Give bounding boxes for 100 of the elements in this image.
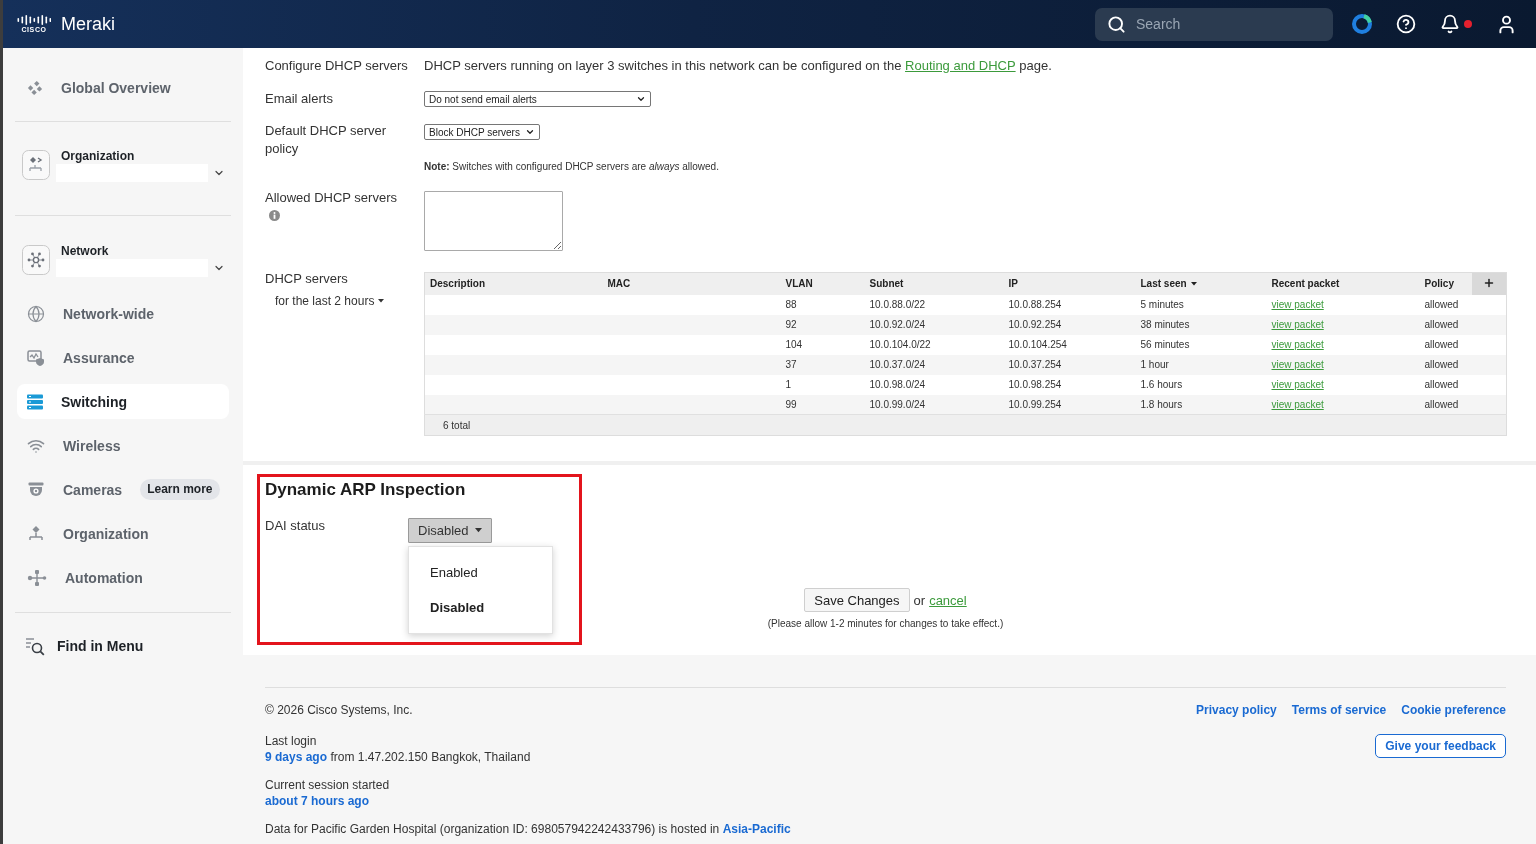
- nav-item[interactable]: Automation: [17, 560, 229, 595]
- column-header[interactable]: VLAN: [780, 272, 865, 295]
- info-icon: [269, 210, 280, 221]
- table-cell: 10.0.99.254: [1003, 394, 1136, 415]
- dome-camera-icon: [27, 480, 45, 499]
- table-cell: allowed: [1419, 394, 1472, 415]
- caret-down-icon: [378, 299, 385, 303]
- column-header[interactable]: Subnet: [864, 272, 1004, 295]
- picker-label: Organization: [61, 149, 136, 163]
- note-text: Note: Switches with configured DHCP servers are always allowed.: [424, 160, 719, 174]
- table-cell: 5 minutes: [1135, 294, 1267, 315]
- table-cell: 10.0.104.254: [1003, 334, 1136, 355]
- allowed-servers-field[interactable]: [424, 191, 563, 251]
- table-cell: 10.0.88.254: [1003, 294, 1136, 315]
- add-column-button[interactable]: [1482, 276, 1495, 289]
- find-in-menu-link[interactable]: Find in Menu: [17, 628, 229, 663]
- period-dropdown[interactable]: for the last 2 hours: [275, 294, 385, 308]
- nav-item[interactable]: Assurance: [17, 340, 229, 375]
- table-cell: allowed: [1419, 334, 1472, 355]
- hierarchy-icon: [27, 524, 45, 543]
- table-cell: allowed: [1419, 374, 1472, 395]
- nav-item[interactable]: Wireless: [17, 428, 229, 463]
- view-packet-link[interactable]: view packet: [1271, 319, 1324, 330]
- column-header[interactable]: MAC: [602, 272, 781, 295]
- view-packet-link[interactable]: view packet: [1271, 359, 1324, 370]
- table-cell: 38 minutes: [1135, 314, 1267, 335]
- table-cell: allowed: [1419, 354, 1472, 375]
- nav-item[interactable]: Switching: [17, 384, 229, 419]
- feedback-button[interactable]: Give your feedback: [1375, 734, 1506, 758]
- list-search-icon: [25, 635, 45, 656]
- field-label: Configure DHCP servers: [265, 57, 409, 75]
- table-cell: 1 hour: [1135, 354, 1267, 375]
- flow-nodes-icon: [27, 568, 47, 587]
- session-label: Current session started: [265, 777, 390, 793]
- learn-more-badge[interactable]: Learn more: [140, 479, 220, 500]
- dai-status-dropdown[interactable]: Disabled: [408, 518, 492, 543]
- caret-down-icon: [474, 528, 482, 533]
- field-label: DHCP servers: [265, 270, 348, 288]
- footer-link[interactable]: Terms of service: [1291, 702, 1387, 718]
- nav-item[interactable]: Network-wide: [17, 296, 229, 331]
- session-link[interactable]: about 7 hours ago: [265, 793, 369, 809]
- plus-icon: [1482, 276, 1495, 289]
- view-packet-link[interactable]: view packet: [1271, 379, 1324, 390]
- bell-icon[interactable]: [1440, 14, 1460, 34]
- view-packet-link[interactable]: view packet: [1271, 339, 1324, 350]
- table-cell: 10.0.99.0/24: [864, 394, 1004, 415]
- table-cell: allowed: [1419, 314, 1472, 335]
- column-header[interactable]: Recent packet: [1266, 272, 1420, 295]
- column-header[interactable]: Description: [424, 272, 603, 295]
- column-header[interactable]: IP: [1003, 272, 1136, 295]
- save-changes-button[interactable]: Save Changes: [804, 588, 910, 612]
- nav-item[interactable]: Cameras: [17, 472, 133, 507]
- column-header[interactable]: Last seen: [1135, 272, 1267, 295]
- section-title: Dynamic ARP Inspection: [265, 480, 467, 500]
- table-cell: allowed: [1419, 294, 1472, 315]
- copyright-text: © 2026 Cisco Systems, Inc.: [265, 702, 413, 718]
- footer-link[interactable]: Privacy policy: [1196, 702, 1277, 718]
- search-field[interactable]: Search: [1095, 7, 1333, 41]
- view-packet-link[interactable]: view packet: [1271, 398, 1324, 410]
- menu-item[interactable]: Disabled: [409, 590, 552, 625]
- table-cell: 10.0.92.0/24: [864, 314, 1004, 335]
- help-icon[interactable]: [1396, 14, 1416, 34]
- hub-tile-icon: [22, 245, 50, 275]
- table-cell: 10.0.98.254: [1003, 374, 1136, 395]
- table-cell: 88: [780, 294, 865, 315]
- policy-select[interactable]: Block DHCP servers: [424, 124, 540, 140]
- diamonds-icon: [27, 79, 43, 96]
- table-cell: 37: [780, 354, 865, 375]
- monitor-shield-icon: [27, 348, 45, 367]
- view-packet-link[interactable]: view packet: [1271, 299, 1324, 310]
- search-icon: [1107, 14, 1126, 34]
- picker-label: Network: [61, 244, 110, 258]
- brand-name: Meraki: [61, 13, 115, 35]
- email-alerts-select[interactable]: Do not send email alerts: [424, 91, 651, 107]
- table-cell: 10.0.37.0/24: [864, 354, 1004, 375]
- routing-link[interactable]: Routing and DHCP: [905, 58, 1016, 73]
- table-total: 6 total: [424, 414, 1507, 436]
- table-cell: 99: [780, 394, 865, 415]
- chevron-down-icon: [636, 94, 646, 104]
- field-label: Email alerts: [265, 90, 334, 108]
- column-header[interactable]: Policy: [1419, 272, 1472, 295]
- last-login-link[interactable]: 9 days ago: [265, 750, 328, 764]
- bars-logo-icon: [17, 14, 51, 25]
- chevron-down-icon: [525, 127, 535, 137]
- menu-item[interactable]: Enabled: [409, 555, 552, 590]
- last-login-text: 9 days ago from 1.47.202.150 Bangkok, Thailand: [265, 749, 531, 765]
- or-text: or: [913, 592, 926, 608]
- nav-item[interactable]: Global Overview: [17, 70, 229, 105]
- table-cell: 10.0.37.254: [1003, 354, 1136, 375]
- hosting-text: Data for Pacific Garden Hospital (organization ID: 698057942242433796) is hosted in Asia-Pacific: [265, 821, 791, 837]
- user-icon[interactable]: [1496, 13, 1517, 35]
- region-link[interactable]: Asia-Pacific: [722, 822, 791, 836]
- footer-link[interactable]: Cookie preference: [1401, 702, 1506, 718]
- ring-icon[interactable]: [1352, 14, 1372, 34]
- diamond-arrow-tile-icon: [22, 150, 50, 180]
- cancel-link[interactable]: cancel: [929, 592, 967, 608]
- nav-item[interactable]: Organization: [17, 516, 229, 551]
- hint-text: (Please allow 1-2 minutes for changes to take effect.): [767, 617, 1004, 631]
- field-label: Default DHCP server policy: [265, 122, 388, 158]
- table-cell: 1.8 hours: [1135, 394, 1267, 415]
